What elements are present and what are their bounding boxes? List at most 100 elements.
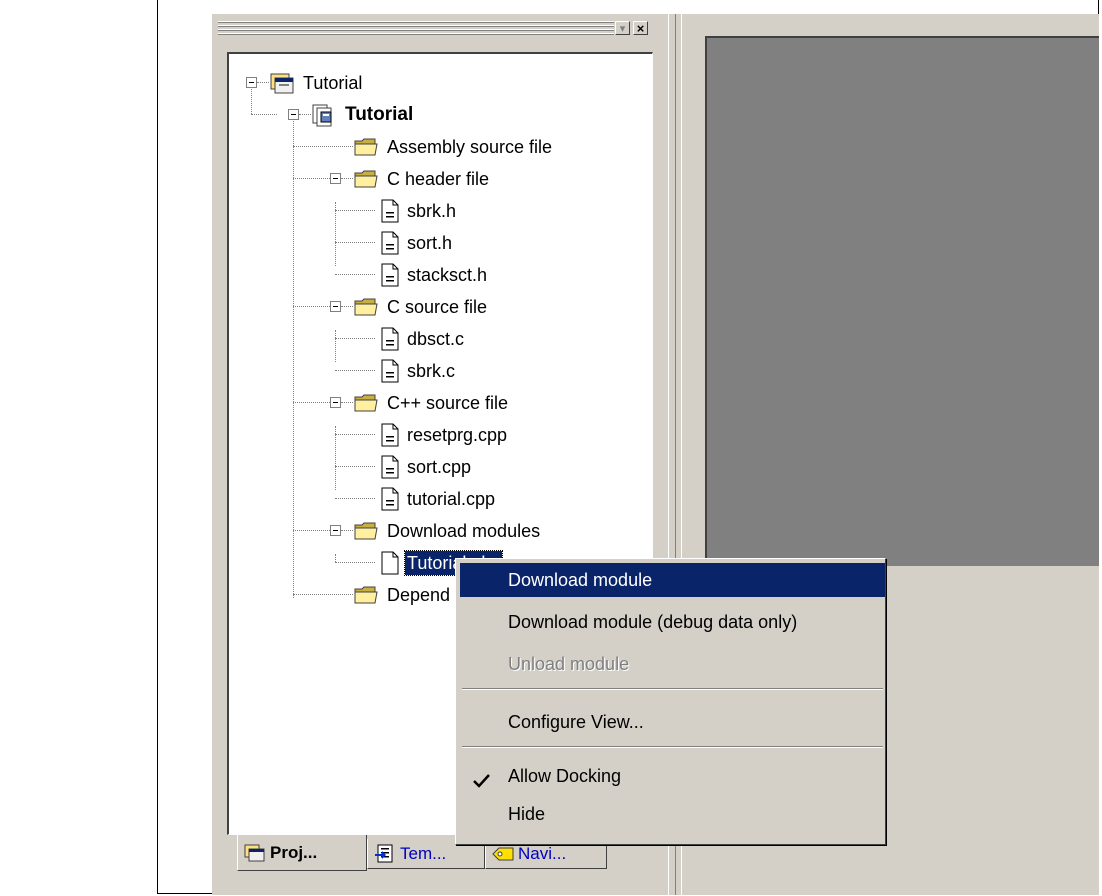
- tree-folder-node[interactable]: Assembly source file: [353, 132, 554, 162]
- collapse-toggle[interactable]: [246, 77, 257, 88]
- tab-project[interactable]: Proj...: [237, 835, 367, 871]
- tree-line: [335, 274, 375, 275]
- tree-file-node[interactable]: sort.h: [379, 228, 454, 258]
- menu-item-configure-view[interactable]: Configure View...: [460, 705, 885, 739]
- tree-file-node[interactable]: resetprg.cpp: [379, 420, 509, 450]
- navigation-tab-icon: [492, 844, 514, 864]
- tree-node-label: dbsct.c: [407, 329, 465, 349]
- tree-node-label: Tutorial: [345, 104, 414, 125]
- folder-icon: [353, 166, 379, 192]
- tree-node-label: stacksct.h: [407, 265, 488, 285]
- text-file-icon: [379, 358, 401, 384]
- menu-item-download-debug-data[interactable]: Download module (debug data only): [460, 605, 885, 639]
- menu-item-allow-docking[interactable]: Allow Docking: [460, 759, 885, 793]
- tree-folder-node[interactable]: C header file: [353, 164, 491, 194]
- folder-icon: [353, 294, 379, 320]
- text-file-icon: [379, 230, 401, 256]
- tree-file-node[interactable]: tutorial.cpp: [379, 484, 497, 514]
- blank-file-icon: [379, 550, 401, 576]
- tab-label: Navi...: [518, 843, 567, 863]
- tree-line: [335, 210, 375, 211]
- tree-line: [335, 434, 375, 435]
- tree-folder-node[interactable]: Download modules: [353, 516, 542, 546]
- tree-line: [293, 402, 330, 403]
- tree-line: [293, 530, 330, 531]
- text-file-icon: [379, 262, 401, 288]
- tab-label: Proj...: [270, 842, 318, 862]
- tree-line: [335, 242, 375, 243]
- tree-folder-node[interactable]: Depend: [353, 580, 452, 610]
- tree-line: [293, 178, 330, 179]
- tree-node-label: sort.h: [407, 233, 453, 253]
- tree-root-node[interactable]: Tutorial: [269, 68, 364, 98]
- tree-file-node[interactable]: dbsct.c: [379, 324, 466, 354]
- text-file-icon: [379, 326, 401, 352]
- tree-line: [335, 370, 375, 371]
- context-menu: Download module Download module (debug d…: [455, 558, 886, 845]
- tree-line: [341, 178, 353, 179]
- tab-label: Tem...: [400, 843, 447, 863]
- tree-line: [341, 402, 353, 403]
- tree-line: [335, 562, 375, 563]
- collapse-toggle[interactable]: [288, 109, 299, 120]
- text-file-icon: [379, 198, 401, 224]
- tree-file-node[interactable]: sort.cpp: [379, 452, 473, 482]
- workspace-icon: [269, 70, 295, 96]
- tree-line: [293, 306, 330, 307]
- collapse-toggle[interactable]: [330, 173, 341, 184]
- menu-separator: [462, 746, 883, 748]
- tree-node-label: C header file: [387, 169, 490, 189]
- menu-item-label: Allow Docking: [508, 766, 622, 786]
- tree-folder-node[interactable]: C source file: [353, 292, 489, 322]
- tree-line: [335, 338, 375, 339]
- folder-icon: [353, 134, 379, 160]
- panel-menu-button[interactable]: ▾: [615, 21, 630, 35]
- folder-icon: [353, 390, 379, 416]
- tree-line: [335, 498, 375, 499]
- menu-item-unload-module: Unload module: [508, 654, 630, 674]
- collapse-toggle[interactable]: [330, 301, 341, 312]
- dock-grip[interactable]: [218, 21, 614, 37]
- tree-project-node[interactable]: Tutorial: [311, 100, 415, 130]
- collapse-toggle[interactable]: [330, 525, 341, 536]
- tree-node-label: C source file: [387, 297, 488, 317]
- tree-line: [335, 202, 336, 266]
- menu-item-hide[interactable]: Hide: [460, 797, 885, 831]
- tree-file-node[interactable]: sbrk.c: [379, 356, 457, 386]
- tree-line: [293, 114, 294, 598]
- tree-node-label: Depend: [387, 585, 451, 605]
- mdi-client-area: [705, 36, 1099, 566]
- tree-line: [335, 330, 336, 362]
- menu-separator: [462, 688, 883, 690]
- tree-node-label: tutorial.cpp: [407, 489, 496, 509]
- tree-line: [335, 466, 375, 467]
- tree-line: [251, 114, 277, 115]
- project-icon: [311, 102, 337, 128]
- tree-line: [299, 114, 311, 115]
- tree-node-label: sort.cpp: [407, 457, 472, 477]
- tree-line: [335, 554, 336, 562]
- tree-node-label: Tutorial: [303, 73, 363, 93]
- text-file-icon: [379, 486, 401, 512]
- collapse-toggle[interactable]: [330, 397, 341, 408]
- tree-node-label: Assembly source file: [387, 137, 553, 157]
- tree-node-label: resetprg.cpp: [407, 425, 508, 445]
- checkmark-icon: [472, 767, 492, 788]
- folder-icon: [353, 518, 379, 544]
- tree-line: [341, 306, 353, 307]
- panel-titlebar[interactable]: ▾ ×: [212, 14, 668, 44]
- panel-close-button[interactable]: ×: [633, 21, 648, 36]
- tree-file-node[interactable]: sbrk.h: [379, 196, 458, 226]
- text-file-icon: [379, 454, 401, 480]
- tree-line: [293, 594, 353, 595]
- folder-icon: [353, 582, 379, 608]
- text-file-icon: [379, 422, 401, 448]
- tree-file-node[interactable]: stacksct.h: [379, 260, 489, 290]
- menu-item-download-module[interactable]: Download module: [460, 563, 885, 597]
- tree-line: [257, 82, 269, 83]
- tree-node-label: C++ source file: [387, 393, 509, 413]
- tree-node-label: sbrk.c: [407, 361, 456, 381]
- tree-folder-node[interactable]: C++ source file: [353, 388, 510, 418]
- templates-tab-icon: [374, 844, 396, 864]
- tree-line: [341, 530, 353, 531]
